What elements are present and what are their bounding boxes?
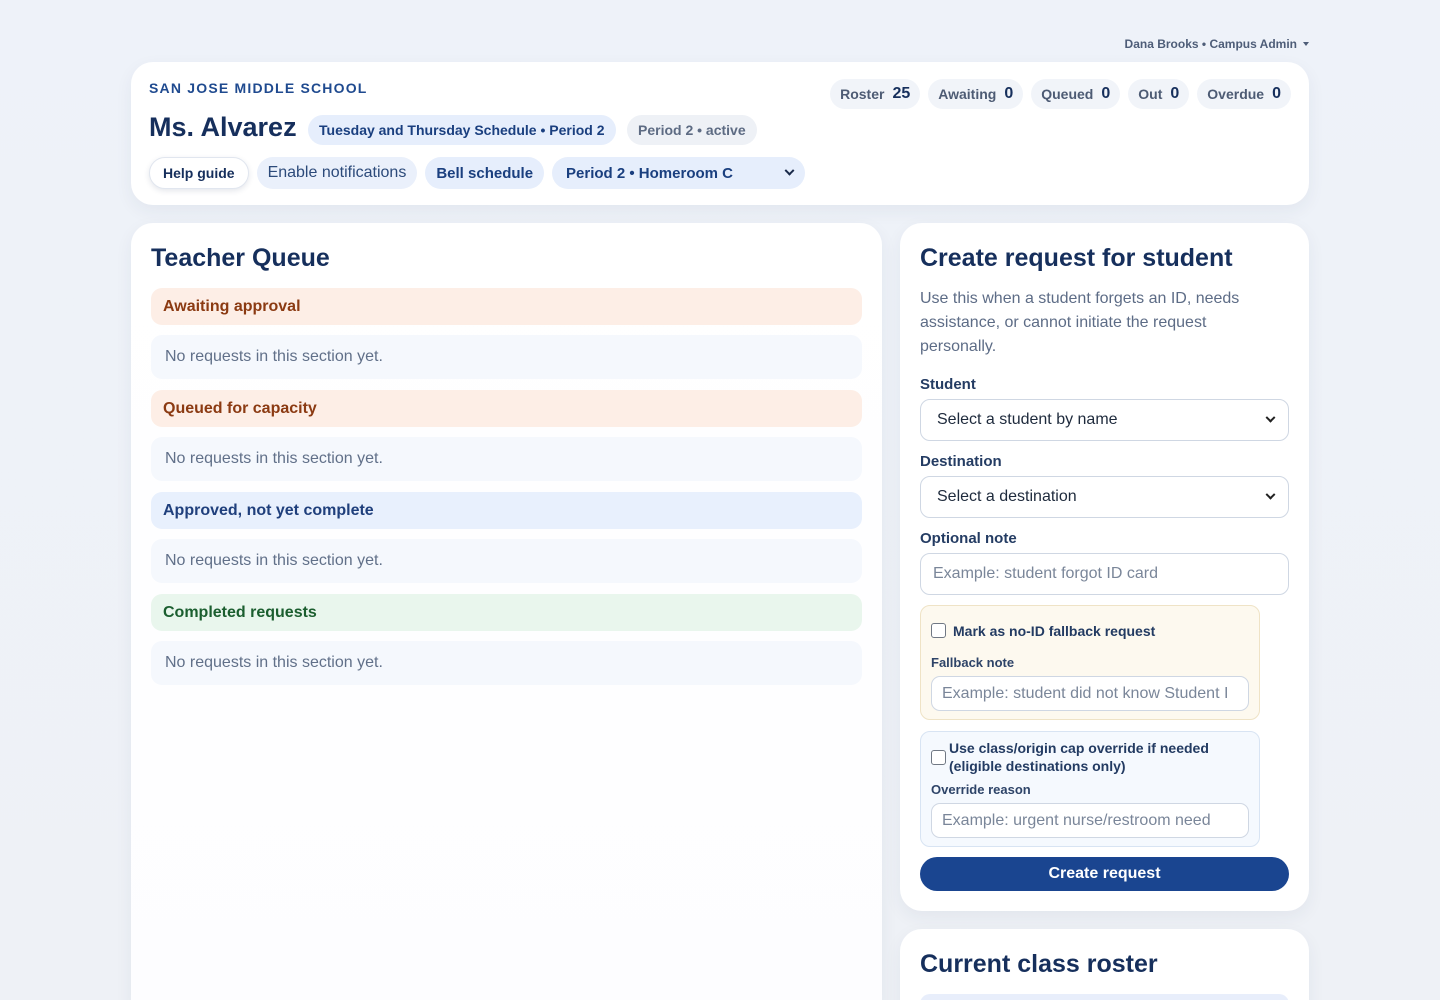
section-empty-message: No requests in this section yet. [151,641,862,685]
period-status-badge: Period 2 • active [627,115,757,145]
stat-awaiting: Awaiting 0 [928,79,1024,109]
section-empty-message: No requests in this section yet. [151,335,862,379]
fallback-checkbox-label: Mark as no-ID fallback request [953,623,1156,639]
stat-label: Queued [1041,86,1094,102]
period-select-value: Period 2 • Homeroom C [566,164,733,182]
fallback-options: Mark as no-ID fallback request Fallback … [920,605,1260,720]
section-empty-message: No requests in this section yet. [151,539,862,583]
stat-value: 0 [1004,85,1014,102]
create-request-title: Create request for student [920,244,1233,272]
roster-list-top [920,994,1289,1000]
schedule-badge: Tuesday and Thursday Schedule • Period 2 [308,115,616,145]
create-request-panel: Create request for student Use this when… [900,223,1309,911]
stat-roster: Roster 25 [830,79,921,109]
chevron-down-icon [1265,412,1276,423]
teacher-name: Ms. Alvarez [149,112,297,142]
override-checkbox-label: Use class/origin cap override if needed … [949,740,1209,774]
destination-select[interactable]: Select a destination [920,476,1289,518]
chevron-down-icon [1265,489,1276,500]
header-card: SAN JOSE MIDDLE SCHOOL Ms. Alvarez Tuesd… [131,62,1309,205]
header-toolbar: Help guide Enable notifications Bell sch… [149,157,806,189]
stat-label: Awaiting [938,86,997,102]
stat-value: 0 [1101,85,1111,102]
queue-title: Teacher Queue [151,244,330,272]
section-header: Approved, not yet complete [151,492,862,529]
override-reason-label: Override reason [931,782,1031,797]
queue-section-approved: Approved, not yet complete No requests i… [151,492,862,583]
create-request-button[interactable]: Create request [920,857,1289,891]
stat-out: Out 0 [1128,79,1190,109]
section-header: Completed requests [151,594,862,631]
school-name: SAN JOSE MIDDLE SCHOOL [149,80,368,96]
teacher-queue-panel: Teacher Queue Awaiting approval No reque… [131,223,882,1000]
queue-section-awaiting: Awaiting approval No requests in this se… [151,288,862,379]
user-menu[interactable]: Dana Brooks • Campus Admin [1125,37,1309,51]
stat-label: Overdue [1207,86,1265,102]
fallback-checkbox[interactable] [931,623,946,638]
optional-note-input[interactable]: Example: student forgot ID card [920,553,1289,595]
student-select[interactable]: Select a student by name [920,399,1289,441]
section-header: Queued for capacity [151,390,862,427]
stat-label: Roster [840,86,885,102]
roster-title: Current class roster [920,950,1158,978]
student-select-value: Select a student by name [937,411,1118,428]
class-roster-panel: Current class roster [900,929,1309,1000]
override-checkbox[interactable] [931,750,946,765]
create-request-description: Use this when a student forgets an ID, n… [920,290,1240,355]
enable-notifications-button[interactable]: Enable notifications [256,157,418,189]
override-reason-input[interactable]: Example: urgent nurse/restroom need [931,803,1249,838]
stat-overdue: Overdue 0 [1197,79,1291,109]
stats-bar: Roster 25 Awaiting 0 Queued 0 Out 0 Over… [830,79,1291,109]
stat-value: 25 [892,85,911,102]
chevron-down-icon [784,165,795,176]
user-menu-label: Dana Brooks • Campus Admin [1124,37,1297,51]
destination-select-value: Select a destination [937,488,1077,505]
section-empty-message: No requests in this section yet. [151,437,862,481]
queue-section-completed: Completed requests No requests in this s… [151,594,862,685]
period-select[interactable]: Period 2 • Homeroom C [552,157,806,189]
help-guide-button[interactable]: Help guide [149,157,249,189]
override-options: Use class/origin cap override if needed … [920,731,1260,847]
bell-schedule-button[interactable]: Bell schedule [425,157,545,189]
stat-queued: Queued 0 [1031,79,1121,109]
stat-value: 0 [1170,85,1180,102]
fallback-note-label: Fallback note [931,655,1015,670]
stat-label: Out [1138,86,1163,102]
queue-section-queued: Queued for capacity No requests in this … [151,390,862,481]
stat-value: 0 [1272,85,1281,102]
optional-note-label: Optional note [920,530,1017,547]
fallback-note-input[interactable]: Example: student did not know Student I [931,676,1249,711]
destination-label: Destination [920,453,1002,470]
section-header: Awaiting approval [151,288,862,325]
caret-down-icon [1303,42,1309,46]
student-label: Student [920,376,976,393]
